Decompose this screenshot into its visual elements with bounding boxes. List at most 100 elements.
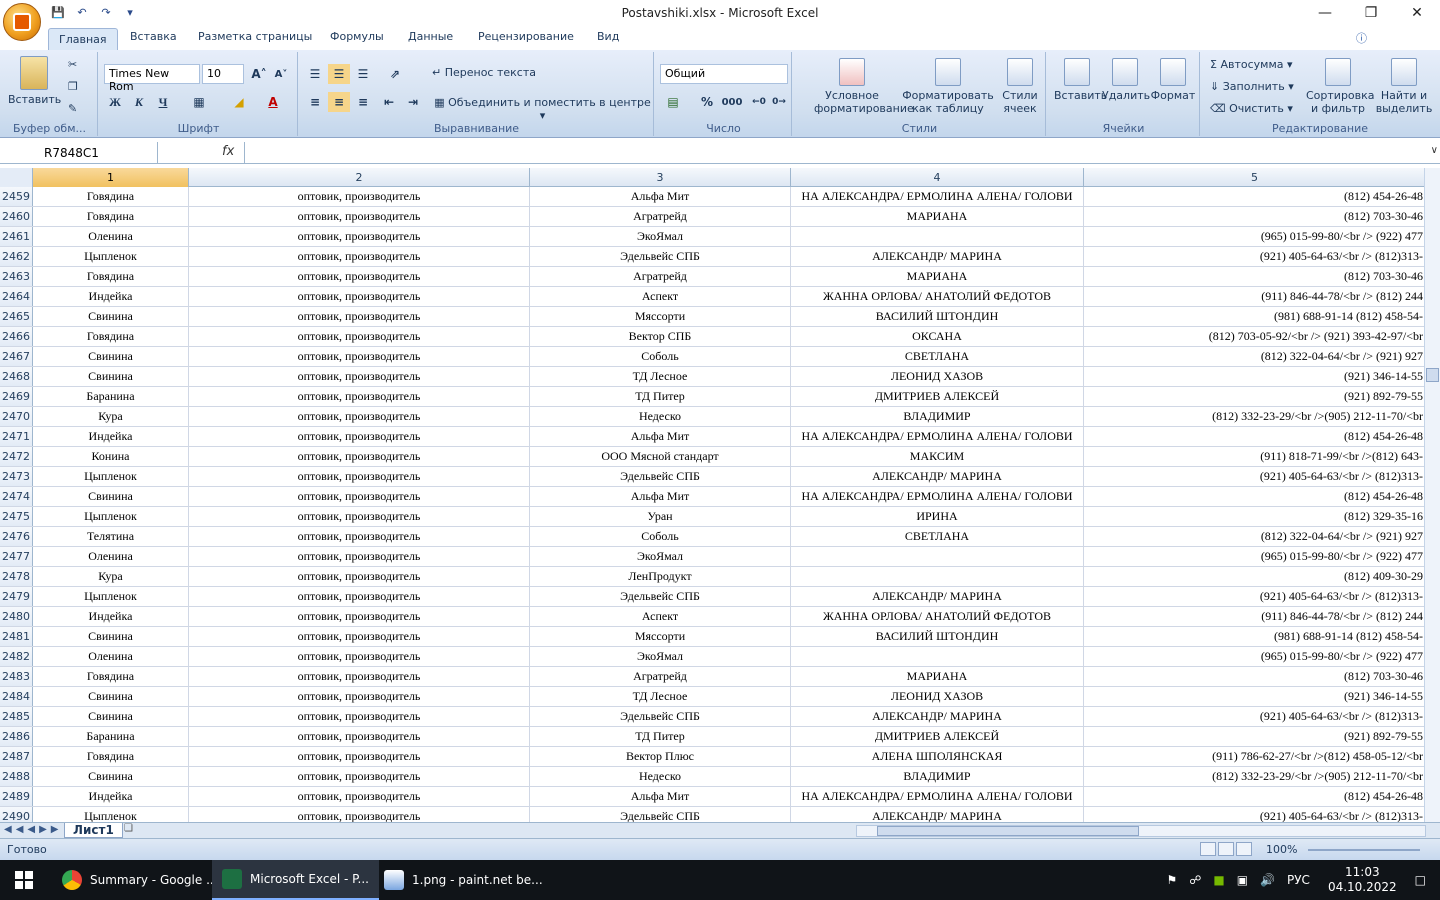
cell[interactable]: (812) 703-30-46 xyxy=(1084,267,1426,286)
find-select-button[interactable]: Найти и выделить xyxy=(1374,58,1434,115)
cell[interactable]: (921) 405-64-63/<br /> (812)313- xyxy=(1084,467,1426,486)
cell[interactable]: Оленина xyxy=(33,647,189,666)
cell[interactable]: Баранина xyxy=(33,387,189,406)
cell[interactable]: оптовик, производитель xyxy=(189,467,530,486)
align-top-icon[interactable]: ☰ xyxy=(304,64,326,84)
cell[interactable]: оптовик, производитель xyxy=(189,507,530,526)
row-header[interactable]: 2479 xyxy=(0,587,33,606)
cell[interactable]: Говядина xyxy=(33,207,189,226)
cell[interactable]: АЛЕКСАНДР/ МАРИНА xyxy=(791,707,1084,726)
cell[interactable]: Эдельвейс СПБ xyxy=(530,807,791,822)
row-header[interactable]: 2480 xyxy=(0,607,33,626)
cell[interactable]: оптовик, производитель xyxy=(189,787,530,806)
sheet-tab-1[interactable]: Лист1 xyxy=(64,823,123,838)
decrease-decimal-icon[interactable]: 0→ xyxy=(768,92,790,112)
cell[interactable]: ТД Питер xyxy=(530,387,791,406)
column-header-2[interactable]: 2 xyxy=(189,168,530,187)
cell[interactable]: Оленина xyxy=(33,547,189,566)
cell[interactable]: оптовик, производитель xyxy=(189,647,530,666)
cell[interactable]: оптовик, производитель xyxy=(189,227,530,246)
clear-button[interactable]: ⌫ Очистить ▾ xyxy=(1210,102,1293,115)
cell[interactable]: (921) 346-14-55 xyxy=(1084,367,1426,386)
cell[interactable]: (921) 405-64-63/<br /> (812)313- xyxy=(1084,807,1426,822)
cell[interactable]: оптовик, производитель xyxy=(189,567,530,586)
cell[interactable]: Эдельвейс СПБ xyxy=(530,247,791,266)
cell[interactable]: АЛЕКСАНДР/ МАРИНА xyxy=(791,467,1084,486)
cell[interactable]: МАКСИМ xyxy=(791,447,1084,466)
cell[interactable]: Агратрейд xyxy=(530,267,791,286)
bold-button[interactable]: Ж xyxy=(104,92,126,112)
help-icon[interactable]: ⓘ xyxy=(1356,30,1367,46)
cell[interactable]: ВЛАДИМИР xyxy=(791,767,1084,786)
row-header[interactable]: 2459 xyxy=(0,187,33,206)
cell[interactable]: Свинина xyxy=(33,707,189,726)
cell[interactable]: оптовик, производитель xyxy=(189,587,530,606)
row-header[interactable]: 2476 xyxy=(0,527,33,546)
font-color-icon[interactable]: A xyxy=(262,92,284,112)
row-header[interactable]: 2473 xyxy=(0,467,33,486)
cell[interactable]: Говядина xyxy=(33,187,189,206)
cell[interactable]: Свинина xyxy=(33,487,189,506)
cell[interactable]: Свинина xyxy=(33,767,189,786)
sort-filter-button[interactable]: Сортировка и фильтр xyxy=(1306,58,1375,115)
increase-decimal-icon[interactable]: ←0 xyxy=(748,92,770,112)
row-header[interactable]: 2475 xyxy=(0,507,33,526)
cell[interactable]: Альфа Мит xyxy=(530,427,791,446)
row-header[interactable]: 2470 xyxy=(0,407,33,426)
cell[interactable]: Цыпленок xyxy=(33,807,189,822)
cell[interactable] xyxy=(791,227,1084,246)
cell[interactable]: Кура xyxy=(33,567,189,586)
cell[interactable]: Говядина xyxy=(33,327,189,346)
decrease-indent-icon[interactable]: ⇤ xyxy=(378,92,400,112)
row-header[interactable]: 2485 xyxy=(0,707,33,726)
align-left-icon[interactable]: ≡ xyxy=(304,92,326,112)
cell[interactable]: СВЕТЛАНА xyxy=(791,527,1084,546)
font-name-combo[interactable]: Times New Rom xyxy=(104,64,200,93)
cell[interactable]: НА АЛЕКСАНДРА/ ЕРМОЛИНА АЛЕНА/ ГОЛОВИ xyxy=(791,187,1084,206)
row-header[interactable]: 2483 xyxy=(0,667,33,686)
cell[interactable]: (921) 346-14-55 xyxy=(1084,687,1426,706)
conditional-formatting-button[interactable]: Условное форматирование xyxy=(814,58,914,115)
row-header[interactable]: 2461 xyxy=(0,227,33,246)
cell[interactable]: оптовик, производитель xyxy=(189,727,530,746)
cell[interactable]: Аспект xyxy=(530,607,791,626)
cell[interactable]: Цыпленок xyxy=(33,587,189,606)
format-cells-button[interactable]: Формат xyxy=(1150,58,1196,102)
cell[interactable]: Агратрейд xyxy=(530,667,791,686)
cell[interactable]: ЛенПродукт xyxy=(530,567,791,586)
cell[interactable]: МАРИАНА xyxy=(791,667,1084,686)
tab-view[interactable]: Вид xyxy=(597,30,619,43)
cell[interactable]: (812) 703-30-46 xyxy=(1084,207,1426,226)
format-as-table-button[interactable]: Форматировать как таблицу xyxy=(902,58,994,115)
cell[interactable]: оптовик, производитель xyxy=(189,447,530,466)
insert-cells-button[interactable]: Вставить xyxy=(1054,58,1107,102)
cell[interactable]: оптовик, производитель xyxy=(189,527,530,546)
cell[interactable]: Свинина xyxy=(33,307,189,326)
cell[interactable]: Свинина xyxy=(33,347,189,366)
align-center-icon[interactable]: ≡ xyxy=(328,92,350,112)
align-middle-icon[interactable]: ☰ xyxy=(328,64,350,84)
row-header[interactable]: 2478 xyxy=(0,567,33,586)
cell[interactable]: ВАСИЛИЙ ШТОНДИН xyxy=(791,627,1084,646)
cell[interactable]: ООО Мясной стандарт xyxy=(530,447,791,466)
cell[interactable]: оптовик, производитель xyxy=(189,307,530,326)
fill-button[interactable]: ⇓ Заполнить ▾ xyxy=(1210,80,1294,93)
fill-color-icon[interactable]: ◢ xyxy=(228,92,250,112)
cell[interactable]: ВАСИЛИЙ ШТОНДИН xyxy=(791,307,1084,326)
copy-icon[interactable]: ❐ xyxy=(68,80,78,93)
borders-icon[interactable]: ▦ xyxy=(188,92,210,112)
cut-icon[interactable]: ✂ xyxy=(68,58,77,71)
row-header[interactable]: 2482 xyxy=(0,647,33,666)
cell[interactable]: (921) 405-64-63/<br /> (812)313- xyxy=(1084,587,1426,606)
row-header[interactable]: 2487 xyxy=(0,747,33,766)
minimize-button[interactable]: — xyxy=(1302,0,1348,26)
cell[interactable]: Аспект xyxy=(530,287,791,306)
row-header[interactable]: 2490 xyxy=(0,807,33,822)
cell[interactable]: Мяссорти xyxy=(530,307,791,326)
cell[interactable]: оптовик, производитель xyxy=(189,267,530,286)
cell-styles-button[interactable]: Стили ячеек xyxy=(998,58,1042,115)
nvidia-icon[interactable]: ■ xyxy=(1213,873,1224,887)
format-painter-icon[interactable]: ✎ xyxy=(68,102,77,115)
cell[interactable] xyxy=(791,647,1084,666)
row-header[interactable]: 2472 xyxy=(0,447,33,466)
